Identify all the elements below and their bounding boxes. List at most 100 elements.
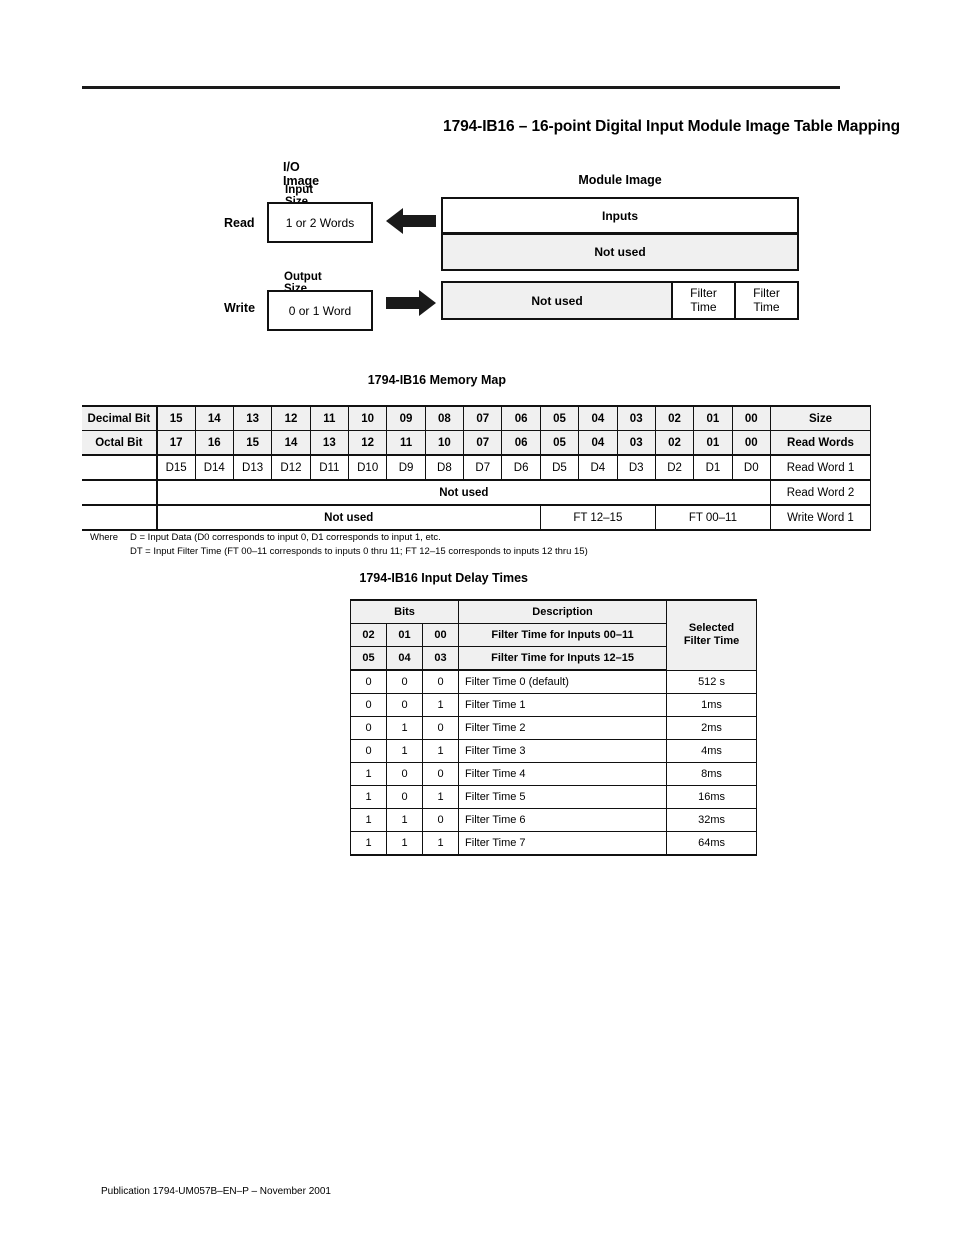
memmap-not-used-span: Not used [156, 480, 771, 506]
module-filter-time-2-label: Filter Time [753, 285, 780, 314]
delay-bit-2: 1 [350, 808, 387, 832]
delay-row-description: Filter Time 1 [458, 693, 668, 717]
delay-bit-1: 0 [386, 762, 423, 786]
arrow-right-icon [386, 290, 436, 316]
memmap-data-bit: D2 [654, 455, 695, 481]
memmap-octal-bit: 07 [463, 430, 503, 456]
delay-bit-2: 1 [350, 762, 387, 786]
delay-bit-1: 0 [386, 693, 423, 717]
header-rule [82, 86, 840, 89]
memmap-octal-bit: 03 [616, 430, 656, 456]
memmap-decimal-bit: 03 [616, 405, 656, 431]
memmap-data-bit: D1 [693, 455, 733, 481]
delay-bit-1: 1 [386, 808, 423, 832]
memmap-decimal-label: Decimal Bit [82, 405, 158, 431]
memmap-octal-bit: 16 [194, 430, 234, 456]
memmap-octal-bit: 01 [693, 430, 733, 456]
memmap-octal-bit: 10 [424, 430, 465, 456]
delay-bit-label: 02 [350, 623, 387, 647]
delay-bit-0: 1 [421, 693, 460, 717]
memmap-octal-bit: 17 [156, 430, 196, 456]
memmap-decimal-bit: 01 [693, 405, 733, 431]
module-write-row: Not used Filter Time Filter Time [441, 281, 799, 320]
memmap-decimal-bit: 00 [731, 405, 771, 431]
memmap-data-bit: D4 [578, 455, 618, 481]
table-row: 0 0 1 Filter Time 1 1ms [350, 693, 758, 717]
delay-row-value: 16ms [666, 785, 758, 809]
table-row: Not used FT 12–15 FT 00–11 Write Word 1 [82, 505, 872, 531]
memmap-octal-bit: 12 [347, 430, 388, 456]
memmap-data-bit: D9 [386, 455, 426, 481]
table-row: 0 1 0 Filter Time 2 2ms [350, 716, 758, 740]
memmap-octal-bit: 14 [271, 430, 311, 456]
delay-selected-header: Selected Filter Time [683, 622, 740, 648]
memmap-decimal-bit: 07 [463, 405, 503, 431]
delay-bit-label: 01 [386, 623, 423, 647]
input-size-box: 1 or 2 Words [267, 202, 373, 243]
input-size-value: 1 or 2 Words [285, 215, 355, 230]
memmap-size-header: Size [769, 405, 872, 431]
memmap-decimal-bit: 11 [309, 405, 350, 431]
memmap-size-value: Read Word 1 [769, 455, 872, 481]
delay-row-value: 512 s [666, 669, 758, 694]
delay-bit-2: 0 [350, 669, 387, 694]
delay-bit-0: 1 [421, 739, 460, 763]
footnote-line-2: DT = Input Filter Time (FT 00–11 corresp… [130, 545, 588, 557]
delay-bit-1: 1 [386, 716, 423, 740]
delay-times-title: 1794-IB16 Input Delay Times [359, 571, 528, 585]
memmap-data-bit: D12 [271, 455, 311, 481]
memmap-octal-bit: 04 [578, 430, 618, 456]
delay-bit-label: 00 [421, 623, 460, 647]
delay-bit-1: 0 [386, 785, 423, 809]
memmap-data-bit: D11 [309, 455, 350, 481]
delay-row-value: 8ms [666, 762, 758, 786]
delay-bit-0: 0 [421, 808, 460, 832]
module-inputs-block: Inputs [441, 197, 799, 234]
delay-bit-2: 0 [350, 716, 387, 740]
delay-bit-0: 1 [421, 785, 460, 809]
footnote-where-label: Where [90, 532, 118, 543]
module-not-used-read-label: Not used [594, 245, 646, 259]
table-row: Decimal Bit 15 14 13 12 11 10 09 08 07 0… [82, 405, 872, 431]
memmap-octal-bit: 06 [501, 430, 541, 456]
table-row: 0 1 1 Filter Time 3 4ms [350, 739, 758, 763]
table-row: 1 1 0 Filter Time 6 32ms [350, 808, 758, 832]
module-image-label: Module Image [578, 173, 662, 187]
table-row: 0 0 0 Filter Time 0 (default) 512 s [350, 669, 758, 694]
memmap-data-bit: D8 [424, 455, 465, 481]
table-row: 1 0 1 Filter Time 5 16ms [350, 785, 758, 809]
memmap-decimal-bit: 14 [194, 405, 234, 431]
memmap-decimal-bit: 04 [578, 405, 618, 431]
delay-bit-1: 1 [386, 739, 423, 763]
module-inputs-label: Inputs [602, 208, 638, 223]
memory-map-footnote: Where D = Input Data (D0 corresponds to … [90, 531, 588, 559]
memmap-data-bit: D14 [194, 455, 234, 481]
memmap-size-value: Write Word 1 [769, 505, 872, 531]
input-delay-times-table: Bits Description Selected Filter Time 02 … [349, 599, 758, 856]
memmap-octal-bit: 15 [232, 430, 273, 456]
memmap-ft-00-11: FT 00–11 [654, 505, 771, 531]
module-filter-time-1-block: Filter Time [671, 283, 734, 318]
page-footer: Publication 1794-UM057B–EN–P – November … [101, 1186, 331, 1197]
delay-bit-0: 1 [421, 831, 460, 856]
memmap-decimal-bit: 10 [347, 405, 388, 431]
memory-map-table: Decimal Bit 15 14 13 12 11 10 09 08 07 0… [82, 405, 872, 531]
read-label: Read [224, 216, 255, 230]
memmap-data-bit: D3 [616, 455, 656, 481]
table-row: 1 1 1 Filter Time 7 64ms [350, 831, 758, 856]
delay-row-description: Filter Time 7 [458, 831, 668, 856]
memmap-data-bit: D10 [347, 455, 388, 481]
delay-row-description: Filter Time 5 [458, 785, 668, 809]
memmap-read-words-header: Read Words [769, 430, 872, 456]
memmap-decimal-bit: 06 [501, 405, 541, 431]
memmap-decimal-bit: 08 [424, 405, 465, 431]
memmap-row-label [82, 505, 158, 531]
output-size-value: 0 or 1 Word [288, 303, 352, 318]
delay-bit-2: 1 [350, 831, 387, 856]
delay-row-description: Filter Time 6 [458, 808, 668, 832]
memmap-data-bit: D0 [731, 455, 771, 481]
delay-row-description: Filter Time 2 [458, 716, 668, 740]
delay-row-description: Filter Time 3 [458, 739, 668, 763]
delay-bit-1: 1 [386, 831, 423, 856]
memmap-decimal-bit: 15 [156, 405, 196, 431]
